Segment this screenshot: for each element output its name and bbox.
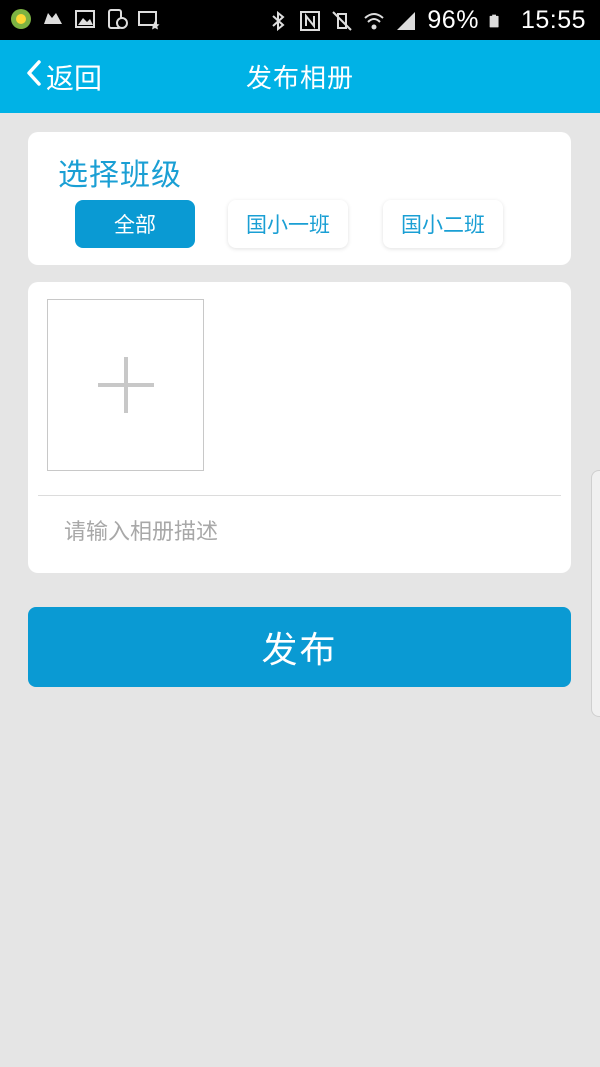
album-content-card <box>28 282 571 573</box>
bluetooth-icon <box>267 10 289 32</box>
nfc-icon <box>299 10 321 32</box>
status-bar: 96% 15:55 <box>0 0 600 40</box>
vibrate-mute-icon <box>331 10 353 32</box>
device-clock-icon <box>106 8 128 30</box>
album-description-input[interactable] <box>48 510 551 555</box>
class-option-class-2[interactable]: 国小二班 <box>383 200 503 248</box>
class-select-card: 选择班级 全部 国小一班 国小二班 <box>28 132 571 265</box>
battery-percent: 96% <box>427 6 479 34</box>
back-button[interactable]: 返回 <box>24 40 102 113</box>
class-select-heading: 选择班级 <box>58 158 182 193</box>
publish-button[interactable]: 发布 <box>28 607 571 687</box>
app-header: 返回 发布相册 <box>0 40 600 113</box>
status-bar-left <box>10 8 160 30</box>
chevron-left-icon <box>24 58 44 95</box>
clock: 15:55 <box>520 6 586 34</box>
cat-icon <box>42 8 64 30</box>
app-notification-icon <box>10 8 32 30</box>
signal-icon <box>395 10 417 32</box>
keyboard-star-icon <box>138 8 160 30</box>
back-label: 返回 <box>46 61 103 95</box>
class-option-class-1[interactable]: 国小一班 <box>228 200 348 248</box>
wifi-icon <box>363 10 385 32</box>
class-option-all[interactable]: 全部 <box>75 200 195 248</box>
add-photo-button[interactable] <box>47 299 204 471</box>
battery-icon <box>489 10 511 32</box>
plus-icon <box>98 357 154 413</box>
status-bar-right: 96% 15:55 <box>267 6 586 35</box>
image-icon <box>74 8 96 30</box>
divider <box>38 495 561 496</box>
edge-panel-handle[interactable] <box>591 470 600 717</box>
